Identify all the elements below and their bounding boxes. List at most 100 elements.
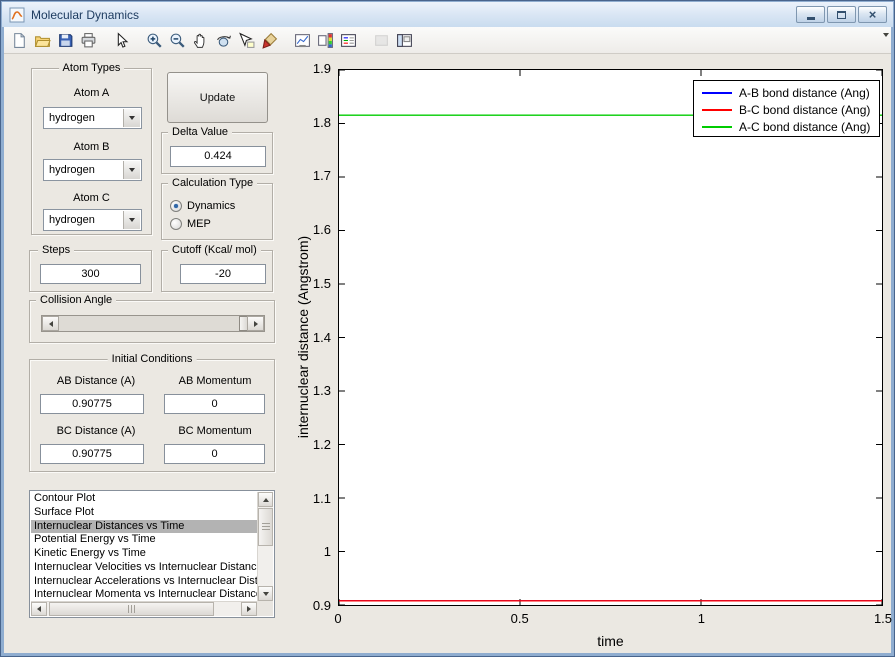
y-axis-label: internuclear distance (Angstrom) bbox=[295, 235, 311, 439]
bc-momentum-input[interactable]: 0 bbox=[164, 444, 265, 464]
scroll-down-button[interactable] bbox=[258, 586, 273, 601]
atom-c-dropdown-arrow-icon[interactable] bbox=[123, 211, 140, 229]
atom-a-label: Atom A bbox=[73, 87, 110, 99]
data-cursor-icon[interactable] bbox=[235, 29, 257, 51]
bc-distance-label: BC Distance (A) bbox=[56, 425, 136, 437]
close-button[interactable]: × bbox=[858, 6, 887, 23]
delta-value-input[interactable]: 0.424 bbox=[170, 146, 266, 167]
minimize-button[interactable] bbox=[796, 6, 825, 23]
zoom-out-icon[interactable] bbox=[166, 29, 188, 51]
link-plot-icon[interactable] bbox=[291, 29, 313, 51]
toolbar-separator bbox=[281, 29, 290, 51]
ab-momentum-input[interactable]: 0 bbox=[164, 394, 265, 414]
radio-dynamics[interactable]: Dynamics bbox=[170, 198, 235, 214]
save-figure-icon[interactable] bbox=[54, 29, 76, 51]
list-item[interactable]: Internuclear Distances vs Time bbox=[31, 519, 257, 534]
vertical-scrollbar-thumb[interactable] bbox=[258, 508, 273, 546]
steps-input[interactable]: 300 bbox=[40, 264, 141, 284]
list-vertical-scrollbar[interactable] bbox=[257, 492, 273, 601]
insert-legend-icon[interactable] bbox=[337, 29, 359, 51]
scrollbar-corner bbox=[257, 601, 273, 616]
delta-value-panel: Delta Value 0.424 bbox=[161, 126, 273, 174]
cutoff-panel-title: Cutoff (Kcal/ mol) bbox=[168, 244, 261, 257]
plot-type-listbox[interactable]: Contour Plot Surface Plot Internuclear Dis… bbox=[29, 490, 275, 618]
maximize-icon bbox=[837, 10, 846, 19]
brush-data-icon[interactable] bbox=[258, 29, 280, 51]
bc-momentum-label: BC Momentum bbox=[178, 425, 252, 437]
initial-conditions-panel: Initial Conditions AB Distance (A) AB Mo… bbox=[29, 353, 275, 472]
atom-a-select[interactable]: hydrogen bbox=[43, 107, 142, 129]
atom-types-panel: Atom Types Atom A hydrogen Atom B hydrog… bbox=[31, 62, 152, 235]
x-tick-label: 0.5 bbox=[510, 611, 529, 626]
scroll-up-button[interactable] bbox=[258, 492, 273, 507]
titlebar: Molecular Dynamics × bbox=[2, 2, 893, 27]
list-item[interactable]: Surface Plot bbox=[31, 506, 257, 520]
ab-distance-label: AB Distance (A) bbox=[56, 375, 136, 387]
legend-line-sample bbox=[702, 125, 732, 128]
list-horizontal-scrollbar[interactable] bbox=[31, 601, 257, 616]
ab-momentum-label: AB Momentum bbox=[178, 375, 252, 387]
list-item[interactable]: Contour Plot bbox=[31, 492, 257, 506]
plot-axes bbox=[338, 69, 883, 606]
radio-mep[interactable]: MEP bbox=[170, 216, 211, 232]
collision-angle-panel-title: Collision Angle bbox=[36, 294, 117, 307]
legend: A-B bond distance (Ang) B-C bond distance… bbox=[693, 80, 880, 137]
edit-plot-icon[interactable] bbox=[110, 29, 132, 51]
list-item[interactable]: Internuclear Momenta vs Internuclear Dis… bbox=[31, 588, 257, 601]
calculation-type-panel: Calculation Type Dynamics MEP bbox=[161, 177, 273, 240]
slider-right-arrow-icon[interactable] bbox=[247, 316, 264, 331]
toolbar bbox=[4, 27, 891, 54]
list-item[interactable]: Kinetic Energy vs Time bbox=[31, 547, 257, 561]
insert-colorbar-icon[interactable] bbox=[314, 29, 336, 51]
legend-label: A-C bond distance (Ang) bbox=[739, 119, 871, 134]
toolbar-separator bbox=[100, 29, 109, 51]
legend-entry: A-B bond distance (Ang) bbox=[694, 84, 879, 101]
atom-b-select[interactable]: hydrogen bbox=[43, 159, 142, 181]
atom-c-select[interactable]: hydrogen bbox=[43, 209, 142, 231]
app-window: Molecular Dynamics × Atom Types Atom A h… bbox=[0, 0, 895, 657]
maximize-button[interactable] bbox=[827, 6, 856, 23]
scroll-right-button[interactable] bbox=[241, 602, 257, 616]
legend-line-sample bbox=[702, 108, 732, 111]
x-tick-label: 1.5 bbox=[873, 611, 893, 626]
new-figure-icon[interactable] bbox=[8, 29, 30, 51]
toolbar-overflow-icon[interactable] bbox=[883, 33, 889, 55]
scroll-left-button[interactable] bbox=[31, 602, 47, 616]
initial-conditions-panel-title: Initial Conditions bbox=[107, 353, 197, 366]
slider-left-arrow-icon[interactable] bbox=[42, 316, 59, 331]
update-button[interactable]: Update bbox=[167, 72, 268, 123]
zoom-in-icon[interactable] bbox=[143, 29, 165, 51]
x-axis-label: time bbox=[597, 633, 624, 649]
rotate-3d-icon[interactable] bbox=[212, 29, 234, 51]
window-controls: × bbox=[796, 6, 887, 23]
atom-a-value: hydrogen bbox=[49, 112, 95, 124]
print-figure-icon[interactable] bbox=[77, 29, 99, 51]
atom-a-dropdown-arrow-icon[interactable] bbox=[123, 109, 140, 127]
collision-angle-panel: Collision Angle bbox=[29, 294, 275, 343]
cutoff-input[interactable]: -20 bbox=[180, 264, 266, 284]
calculation-type-options: Dynamics MEP bbox=[162, 184, 272, 239]
radio-button-icon[interactable] bbox=[170, 218, 182, 230]
pan-icon[interactable] bbox=[189, 29, 211, 51]
hide-plot-tools-icon[interactable] bbox=[370, 29, 392, 51]
app-icon bbox=[9, 7, 25, 23]
legend-entry: B-C bond distance (Ang) bbox=[694, 101, 879, 118]
list-item[interactable]: Internuclear Velocities vs Internuclear … bbox=[31, 561, 257, 575]
legend-label: A-B bond distance (Ang) bbox=[739, 85, 870, 100]
bc-distance-input[interactable]: 0.90775 bbox=[40, 444, 144, 464]
open-file-icon[interactable] bbox=[31, 29, 53, 51]
list-item[interactable]: Potential Energy vs Time bbox=[31, 533, 257, 547]
radio-button-icon[interactable] bbox=[170, 200, 182, 212]
collision-angle-slider[interactable] bbox=[41, 315, 265, 332]
ab-distance-input[interactable]: 0.90775 bbox=[40, 394, 144, 414]
steps-panel: Steps 300 bbox=[29, 244, 152, 292]
toolbar-separator bbox=[360, 29, 369, 51]
close-icon: × bbox=[868, 7, 877, 22]
show-plot-tools-icon[interactable] bbox=[393, 29, 415, 51]
horizontal-scrollbar-thumb[interactable] bbox=[49, 602, 214, 616]
x-tick-label: 1 bbox=[697, 611, 705, 626]
atom-b-dropdown-arrow-icon[interactable] bbox=[123, 161, 140, 179]
plot-type-list: Contour Plot Surface Plot Internuclear Dis… bbox=[31, 492, 257, 601]
cutoff-panel: Cutoff (Kcal/ mol) -20 bbox=[161, 244, 273, 292]
list-item[interactable]: Internuclear Accelerations vs Internucle… bbox=[31, 575, 257, 589]
